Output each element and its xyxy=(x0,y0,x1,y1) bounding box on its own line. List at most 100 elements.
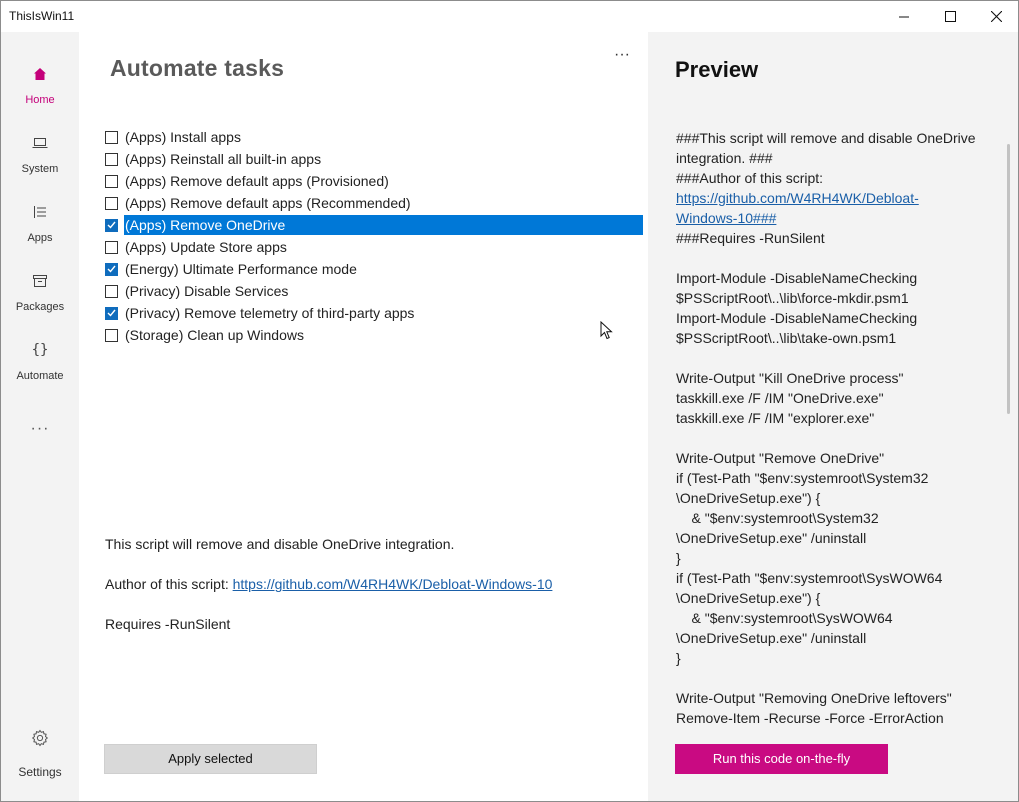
minimize-icon xyxy=(899,16,909,17)
close-icon xyxy=(990,11,1002,22)
checkbox[interactable] xyxy=(105,196,118,210)
description-text: This script will remove and disable OneD… xyxy=(105,536,455,552)
checkbox-checked[interactable] xyxy=(105,262,118,276)
code-preview: ###This script will remove and disable O… xyxy=(676,128,1006,724)
checkbox-checked[interactable] xyxy=(105,306,118,320)
code-line: } xyxy=(676,550,681,566)
nav-label-home: Home xyxy=(25,94,55,106)
code-line: Import-Module -DisableNameChecking xyxy=(676,310,918,326)
code-line: & "$env:systemroot\SysWOW64 xyxy=(676,610,893,626)
gear-icon xyxy=(30,728,50,748)
laptop-icon xyxy=(30,133,50,153)
mouse-cursor-icon xyxy=(600,321,613,340)
home-icon xyxy=(30,64,50,84)
task-item[interactable]: (Energy) Ultimate Performance mode xyxy=(103,258,643,280)
code-line: Remove-Item -Recurse -Force -ErrorAction xyxy=(676,710,944,724)
code-line: Windows-10### xyxy=(676,208,1006,228)
task-label: (Apps) Update Store apps xyxy=(125,239,287,255)
code-line: Import-Module -DisableNameChecking xyxy=(676,270,918,286)
checkbox-checked[interactable] xyxy=(105,218,118,232)
code-line: ###This script will remove and disable O… xyxy=(676,130,976,146)
package-icon xyxy=(30,271,50,291)
task-item-selected[interactable]: (Apps) Remove OneDrive xyxy=(103,214,643,236)
main-panel: Automate tasks ··· (Apps) Install apps (… xyxy=(79,32,648,801)
more-options-button[interactable]: ··· xyxy=(609,46,635,66)
code-line: $PSScriptRoot\..\lib\take-own.psm1 xyxy=(676,330,897,346)
braces-icon: {} xyxy=(31,342,49,358)
task-label: (Apps) Remove OneDrive xyxy=(124,215,643,235)
checkbox[interactable] xyxy=(105,328,118,342)
sidebar-nav: Home System Apps Packages {} Automate ··… xyxy=(1,32,79,801)
code-line: ###Requires -RunSilent xyxy=(676,230,825,246)
code-line: if (Test-Path "$env:systemroot\SysWOW64 xyxy=(676,570,943,586)
code-line: Write-Output "Removing OneDrive leftover… xyxy=(676,690,952,706)
nav-label-packages: Packages xyxy=(15,301,65,313)
nav-item-apps[interactable]: Apps xyxy=(1,202,79,264)
task-item[interactable]: (Apps) Update Store apps xyxy=(103,236,643,258)
code-line: if (Test-Path "$env:systemroot\System32 xyxy=(676,470,929,486)
code-line: \OneDriveSetup.exe") { xyxy=(676,490,821,506)
apply-selected-button[interactable]: Apply selected xyxy=(104,744,317,774)
code-line: & "$env:systemroot\System32 xyxy=(676,510,879,526)
code-line: taskkill.exe /F /IM "OneDrive.exe" xyxy=(676,390,884,406)
code-line: \OneDriveSetup.exe" /uninstall xyxy=(676,530,867,546)
maximize-icon xyxy=(944,11,956,22)
window-title: ThisIsWin11 xyxy=(9,9,75,23)
task-item[interactable]: (Apps) Reinstall all built-in apps xyxy=(103,148,643,170)
code-line: https://github.com/W4RH4WK/Debloat- xyxy=(676,188,1006,208)
code-link[interactable]: https://github.com/W4RH4WK/Debloat- xyxy=(676,190,919,206)
app-window: ThisIsWin11 Home System Apps Packages {}… xyxy=(0,0,1019,802)
scrollbar[interactable] xyxy=(1007,144,1010,414)
task-item[interactable]: (Apps) Remove default apps (Provisioned) xyxy=(103,170,643,192)
checkbox[interactable] xyxy=(105,152,118,166)
checkbox[interactable] xyxy=(105,284,118,298)
code-line: $PSScriptRoot\..\lib\force-mkdir.psm1 xyxy=(676,290,909,306)
task-label: (Apps) Remove default apps (Recommended) xyxy=(125,195,411,211)
task-label: (Apps) Reinstall all built-in apps xyxy=(125,151,322,167)
author-link[interactable]: https://github.com/W4RH4WK/Debloat-Windo… xyxy=(233,576,553,592)
nav-label-settings: Settings xyxy=(18,765,62,779)
run-code-button[interactable]: Run this code on-the-fly xyxy=(675,744,888,774)
title-bar: ThisIsWin11 xyxy=(1,1,1018,32)
task-label: (Apps) Install apps xyxy=(125,129,241,145)
nav-label-automate: Automate xyxy=(16,370,64,382)
task-list: (Apps) Install apps (Apps) Reinstall all… xyxy=(103,126,643,346)
task-item[interactable]: (Privacy) Remove telemetry of third-part… xyxy=(103,302,643,324)
preview-panel: Preview ###This script will remove and d… xyxy=(648,32,1018,801)
code-line: Write-Output "Kill OneDrive process" xyxy=(676,370,904,386)
task-label: (Storage) Clean up Windows xyxy=(125,327,304,343)
preview-title: Preview xyxy=(675,57,759,82)
nav-item-packages[interactable]: Packages xyxy=(1,271,79,333)
code-link[interactable]: Windows-10### xyxy=(676,210,776,226)
nav-item-home[interactable]: Home xyxy=(1,64,79,126)
code-line: integration. ### xyxy=(676,150,773,166)
code-line: ###Author of this script: xyxy=(676,170,824,186)
checkbox[interactable] xyxy=(105,240,118,254)
nav-label-system: System xyxy=(21,163,59,175)
close-button[interactable] xyxy=(973,1,1019,32)
task-item[interactable]: (Privacy) Disable Services xyxy=(103,280,643,302)
code-line: \OneDriveSetup.exe") { xyxy=(676,590,821,606)
code-line: \OneDriveSetup.exe" /uninstall xyxy=(676,630,867,646)
nav-item-system[interactable]: System xyxy=(1,133,79,195)
author-line: Author of this script: https://github.co… xyxy=(105,574,625,594)
code-line: taskkill.exe /F /IM "explorer.exe" xyxy=(676,410,875,426)
checkbox[interactable] xyxy=(105,174,118,188)
checkmark-icon xyxy=(107,221,116,229)
author-prefix: Author of this script: xyxy=(105,576,233,592)
task-label: (Privacy) Disable Services xyxy=(125,283,289,299)
task-label: (Privacy) Remove telemetry of third-part… xyxy=(125,305,415,321)
task-item[interactable]: (Apps) Install apps xyxy=(103,126,643,148)
maximize-button[interactable] xyxy=(927,1,973,32)
nav-item-settings[interactable]: Settings xyxy=(1,728,79,790)
checkbox[interactable] xyxy=(105,130,118,144)
task-item[interactable]: (Apps) Remove default apps (Recommended) xyxy=(103,192,643,214)
task-item[interactable]: (Storage) Clean up Windows xyxy=(103,324,643,346)
minimize-button[interactable] xyxy=(881,1,927,32)
nav-more-button[interactable]: ··· xyxy=(25,420,55,440)
nav-item-automate[interactable]: {} Automate xyxy=(1,340,79,402)
